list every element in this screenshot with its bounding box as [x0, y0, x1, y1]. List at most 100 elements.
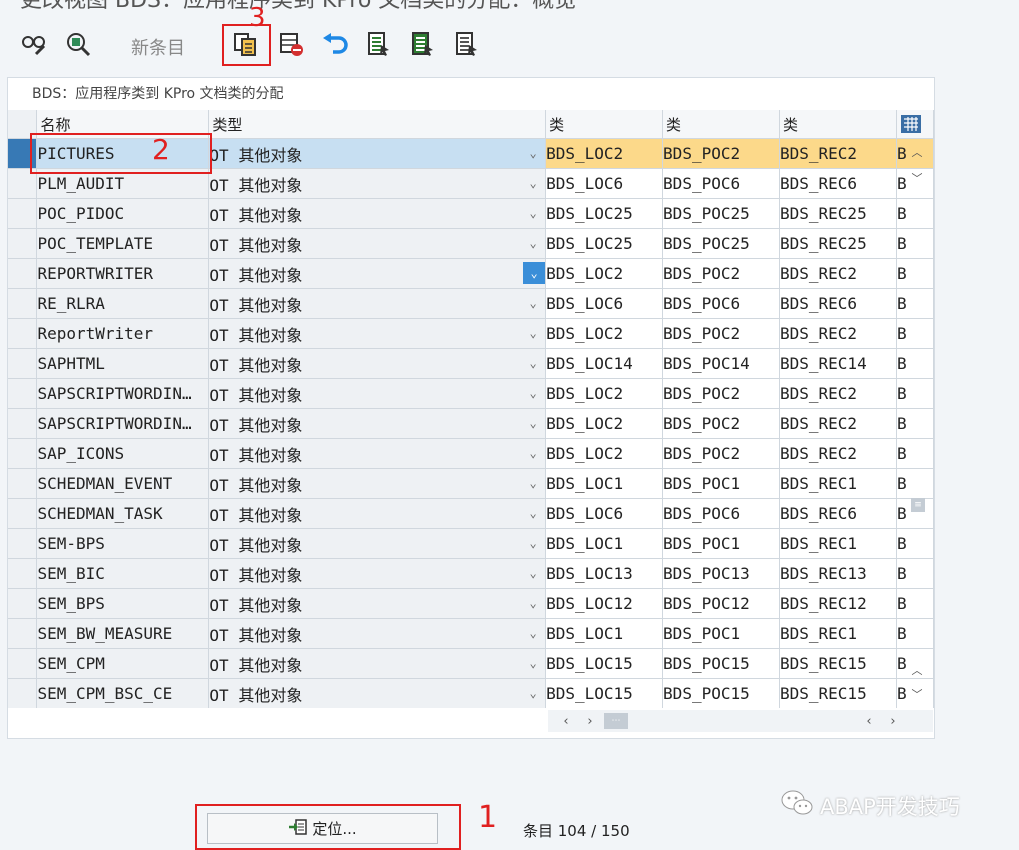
cell-name[interactable]: SEM_BW_MEASURE: [36, 618, 210, 649]
table-row[interactable]: POC_TEMPLATE OT 其他对象 ⌄ BDS_LOC25 BDS_POC25 BD…: [8, 228, 934, 259]
cell-class-2[interactable]: BDS_POC15: [662, 678, 780, 708]
table-row[interactable]: SAPSCRIPTWORDIN… OT 其他对象 ⌄ BDS_LOC2 BDS_POC2…: [8, 408, 934, 439]
column-header-class-1[interactable]: 类: [545, 110, 664, 139]
column-header-class-3[interactable]: 类: [779, 110, 897, 139]
cell-class-3[interactable]: BDS_REC6: [779, 288, 897, 319]
row-selector[interactable]: [8, 258, 38, 289]
cell-class-2[interactable]: BDS_POC2: [662, 138, 780, 169]
table-row[interactable]: SCHEDMAN_TASK OT 其他对象 ⌄ BDS_LOC6 BDS_POC6 BDS…: [8, 498, 934, 529]
table-row[interactable]: ReportWriter OT 其他对象 ⌄ BDS_LOC2 BDS_POC2 BDS_…: [8, 318, 934, 349]
cell-name[interactable]: SEM_CPM_BSC_CE: [36, 678, 210, 708]
scroll-left-end-icon[interactable]: ‹: [861, 713, 877, 729]
cell-type[interactable]: OT 其他对象 ⌄: [208, 468, 547, 499]
chevron-down-icon[interactable]: ⌄: [525, 565, 541, 581]
select-all-icon[interactable]: [364, 30, 394, 58]
cell-type[interactable]: OT 其他对象 ⌄: [208, 618, 547, 649]
row-selector[interactable]: [8, 228, 38, 259]
row-selector[interactable]: [8, 438, 38, 469]
cell-class-1[interactable]: BDS_LOC25: [545, 228, 664, 259]
cell-class-1[interactable]: BDS_LOC2: [545, 408, 664, 439]
chevron-down-icon[interactable]: ⌄: [523, 262, 545, 284]
cell-class-2[interactable]: BDS_POC25: [662, 228, 780, 259]
cell-class-1[interactable]: BDS_LOC6: [545, 498, 664, 529]
row-selector[interactable]: [8, 498, 38, 529]
scroll-up-icon[interactable]: ﹀: [910, 171, 924, 185]
cell-class-2[interactable]: BDS_POC6: [662, 498, 780, 529]
undo-icon[interactable]: [320, 30, 350, 58]
cell-class-3[interactable]: BDS_REC1: [779, 528, 897, 559]
table-row[interactable]: SEM_BIC OT 其他对象 ⌄ BDS_LOC13 BDS_POC13 BDS_REC…: [8, 558, 934, 589]
cell-class-3[interactable]: BDS_REC25: [779, 228, 897, 259]
cell-type[interactable]: OT 其他对象 ⌄: [208, 288, 547, 319]
cell-name[interactable]: SEM_CPM: [36, 648, 210, 679]
cell-class-3[interactable]: BDS_REC25: [779, 198, 897, 229]
glasses-edit-icon[interactable]: [19, 30, 49, 58]
cell-class-2[interactable]: BDS_POC14: [662, 348, 780, 379]
cell-type[interactable]: OT 其他对象 ⌄: [208, 438, 547, 469]
cell-class-3[interactable]: BDS_REC2: [779, 138, 897, 169]
table-row[interactable]: SEM_BW_MEASURE OT 其他对象 ⌄ BDS_LOC1 BDS_POC1 BD…: [8, 618, 934, 649]
cell-class-1[interactable]: BDS_LOC2: [545, 378, 664, 409]
display-change-icon[interactable]: [63, 30, 93, 58]
cell-class-2[interactable]: BDS_POC13: [662, 558, 780, 589]
row-selector[interactable]: [8, 468, 38, 499]
cell-name[interactable]: POC_PIDOC: [36, 198, 210, 229]
chevron-down-icon[interactable]: ⌄: [525, 205, 541, 221]
cell-class-1[interactable]: BDS_LOC2: [545, 438, 664, 469]
chevron-down-icon[interactable]: ⌄: [525, 655, 541, 671]
column-header-class-2[interactable]: 类: [662, 110, 780, 139]
cell-type[interactable]: OT 其他对象 ⌄: [208, 678, 547, 708]
table-row[interactable]: SEM-BPS OT 其他对象 ⌄ BDS_LOC1 BDS_POC1 BDS_REC1 B: [8, 528, 934, 559]
chevron-down-icon[interactable]: ⌄: [525, 535, 541, 551]
chevron-down-icon[interactable]: ⌄: [525, 505, 541, 521]
cell-type[interactable]: OT 其他对象 ⌄: [208, 258, 547, 289]
cell-name[interactable]: POC_TEMPLATE: [36, 228, 210, 259]
cell-class-2[interactable]: BDS_POC2: [662, 438, 780, 469]
cell-name[interactable]: SEM-BPS: [36, 528, 210, 559]
cell-type[interactable]: OT 其他对象 ⌄: [208, 318, 547, 349]
cell-class-3[interactable]: BDS_REC2: [779, 258, 897, 289]
chevron-down-icon[interactable]: ⌄: [525, 445, 541, 461]
cell-class-3[interactable]: BDS_REC15: [779, 678, 897, 708]
cell-name[interactable]: SCHEDMAN_EVENT: [36, 468, 210, 499]
cell-name[interactable]: SAPHTML: [36, 348, 210, 379]
cell-type[interactable]: OT 其他对象 ⌄: [208, 588, 547, 619]
chevron-down-icon[interactable]: ⌄: [525, 295, 541, 311]
cell-type[interactable]: OT 其他对象 ⌄: [208, 198, 547, 229]
cell-class-3[interactable]: BDS_REC2: [779, 318, 897, 349]
table-row[interactable]: SAP_ICONS OT 其他对象 ⌄ BDS_LOC2 BDS_POC2 BDS_REC…: [8, 438, 934, 469]
cell-class-2[interactable]: BDS_POC6: [662, 288, 780, 319]
cell-class-3[interactable]: BDS_REC1: [779, 618, 897, 649]
scroll-top-icon[interactable]: ︿: [910, 145, 924, 159]
cell-class-2[interactable]: BDS_POC2: [662, 258, 780, 289]
cell-class-3[interactable]: BDS_REC14: [779, 348, 897, 379]
cell-type[interactable]: OT 其他对象 ⌄: [208, 168, 547, 199]
cell-class-3[interactable]: BDS_REC1: [779, 468, 897, 499]
scroll-down-icon[interactable]: ︿: [910, 663, 924, 677]
row-selector[interactable]: [8, 618, 38, 649]
cell-type[interactable]: OT 其他对象 ⌄: [208, 648, 547, 679]
row-selector[interactable]: [8, 408, 38, 439]
chevron-down-icon[interactable]: ⌄: [525, 685, 541, 701]
cell-name[interactable]: REPORTWRITER: [36, 258, 210, 289]
cell-class-2[interactable]: BDS_POC1: [662, 618, 780, 649]
cell-class-3[interactable]: BDS_REC2: [779, 408, 897, 439]
cell-type[interactable]: OT 其他对象 ⌄: [208, 408, 547, 439]
cell-class-1[interactable]: BDS_LOC2: [545, 318, 664, 349]
table-row[interactable]: SEM_BPS OT 其他对象 ⌄ BDS_LOC12 BDS_POC12 BDS_REC…: [8, 588, 934, 619]
cell-name[interactable]: SAPSCRIPTWORDIN…: [36, 378, 210, 409]
table-row[interactable]: SEM_CPM OT 其他对象 ⌄ BDS_LOC15 BDS_POC15 BDS_REC…: [8, 648, 934, 679]
deselect-all-icon[interactable]: [452, 30, 482, 58]
table-row[interactable]: SAPHTML OT 其他对象 ⌄ BDS_LOC14 BDS_POC14 BDS_REC…: [8, 348, 934, 379]
cell-type[interactable]: OT 其他对象 ⌄: [208, 228, 547, 259]
chevron-down-icon[interactable]: ⌄: [525, 475, 541, 491]
cell-class-1[interactable]: BDS_LOC12: [545, 588, 664, 619]
cell-class-1[interactable]: BDS_LOC1: [545, 528, 664, 559]
cell-class-2[interactable]: BDS_POC15: [662, 648, 780, 679]
cell-class-3[interactable]: BDS_REC15: [779, 648, 897, 679]
chevron-down-icon[interactable]: ⌄: [525, 355, 541, 371]
cell-class-2[interactable]: BDS_POC25: [662, 198, 780, 229]
table-row[interactable]: SCHEDMAN_EVENT OT 其他对象 ⌄ BDS_LOC1 BDS_POC1 BD…: [8, 468, 934, 499]
cell-class-2[interactable]: BDS_POC12: [662, 588, 780, 619]
table-row[interactable]: POC_PIDOC OT 其他对象 ⌄ BDS_LOC25 BDS_POC25 BDS_R…: [8, 198, 934, 229]
